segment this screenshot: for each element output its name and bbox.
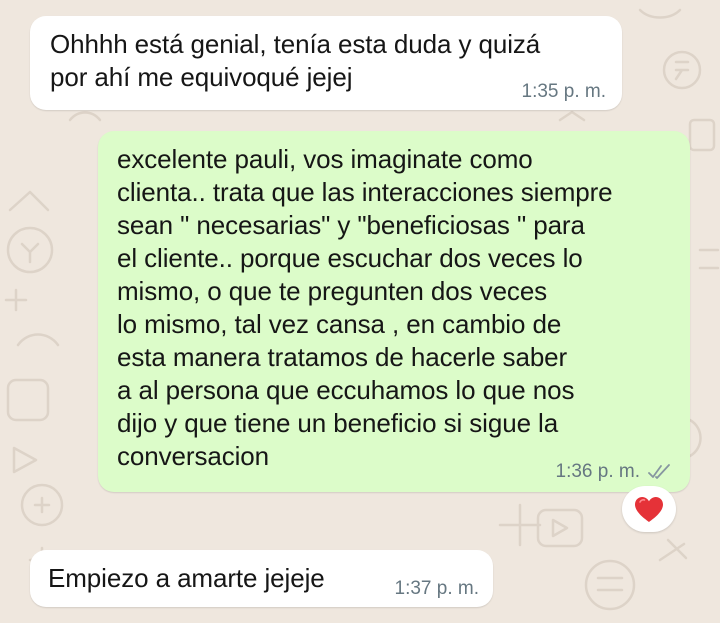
message-timestamp: 1:35 p. m. (521, 81, 607, 102)
message-meta: 1:37 p. m. (395, 579, 480, 599)
message-timestamp: 1:36 p. m. (555, 461, 641, 482)
message-meta: 1:36 p. m. (556, 462, 673, 482)
incoming-message-bubble[interactable]: Ohhhh está genial, tenía esta duda y qui… (30, 16, 622, 110)
message-meta: 1:35 p. m. (522, 82, 607, 102)
message-reaction[interactable] (622, 486, 676, 532)
message-timestamp: 1:37 p. m. (394, 578, 480, 599)
red-heart-icon (635, 496, 663, 522)
incoming-message-bubble[interactable]: Empiezo a amarte jejeje 1:37 p. m. (30, 550, 493, 607)
message-text: excelente pauli, vos imaginate como clie… (117, 144, 613, 471)
outgoing-message-bubble[interactable]: excelente pauli, vos imaginate como clie… (98, 131, 690, 492)
double-check-read-icon (648, 464, 672, 480)
